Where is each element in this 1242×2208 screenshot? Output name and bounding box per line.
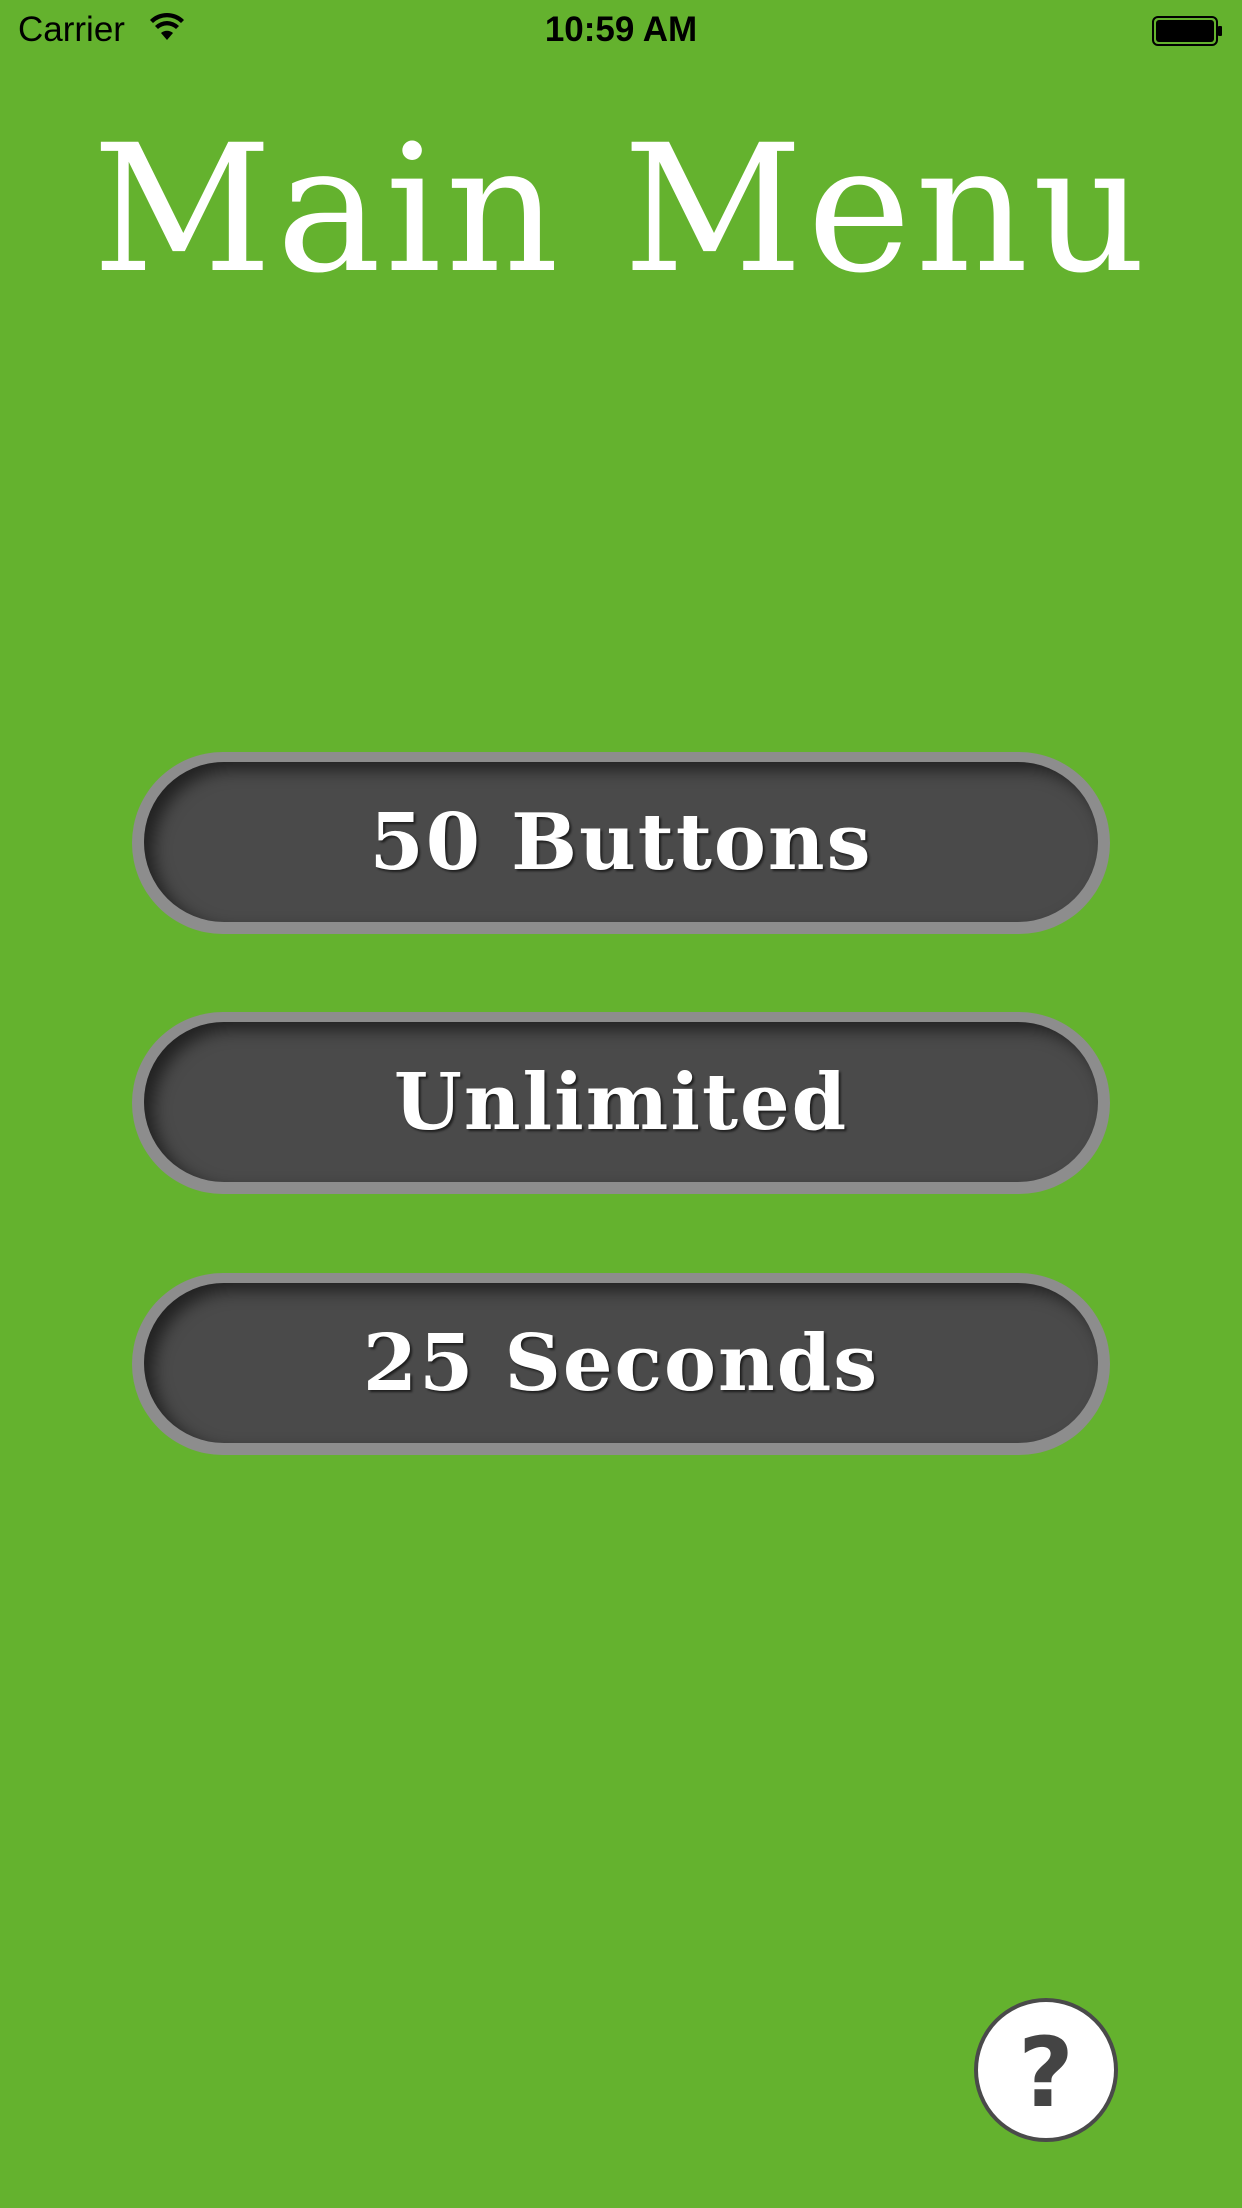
fifty-buttons-button-face[interactable]: 50 Buttons <box>144 762 1098 922</box>
battery-icon <box>1152 16 1222 46</box>
unlimited-button[interactable]: Unlimited <box>132 1012 1110 1194</box>
unlimited-button-face[interactable]: Unlimited <box>144 1022 1098 1182</box>
unlimited-label: Unlimited <box>393 1056 849 1148</box>
status-bar: Carrier 10:59 AM <box>0 0 1242 62</box>
help-icon: ? <box>1018 2017 1074 2129</box>
status-time: 10:59 AM <box>544 10 698 49</box>
fifty-buttons-button[interactable]: 50 Buttons <box>132 752 1110 934</box>
twenty-five-seconds-label: 25 Seconds <box>362 1317 880 1409</box>
twenty-five-seconds-button-face[interactable]: 25 Seconds <box>144 1283 1098 1443</box>
twenty-five-seconds-button[interactable]: 25 Seconds <box>132 1273 1110 1455</box>
help-button[interactable]: ? <box>974 1998 1118 2142</box>
page-title: Main Menu <box>92 107 1150 312</box>
fifty-buttons-label: 50 Buttons <box>369 796 873 888</box>
